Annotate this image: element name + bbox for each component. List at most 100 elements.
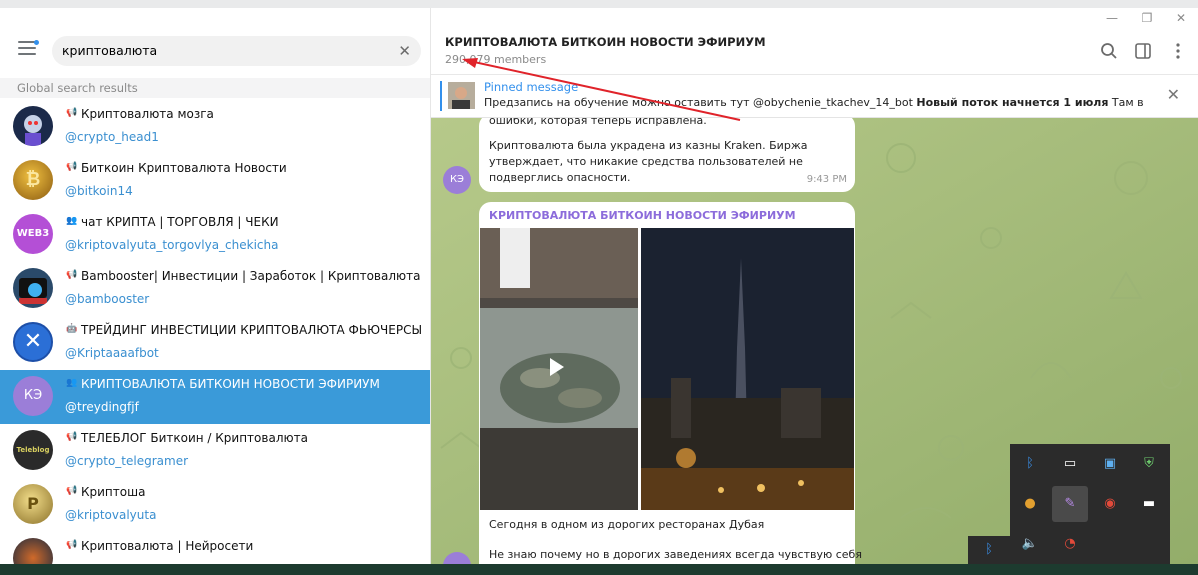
app-update-icon[interactable]: ◔ — [1059, 533, 1081, 555]
burj-khalifa-photo — [641, 228, 854, 510]
avatar: КЭ — [13, 376, 53, 416]
message-text: ошибки, которая теперь исправлена. — [489, 118, 707, 127]
channel-icon: 📢 — [66, 162, 78, 172]
result-handle: @crypto_telegramer — [65, 454, 189, 468]
avatar-initials: КЭ — [23, 388, 43, 403]
pinned-message-bar[interactable]: Pinned message Предзапись на обучение мо… — [431, 75, 1198, 118]
avatar: WEB3 — [13, 214, 53, 254]
search-results-pane: криптовалюта ✕ Global search results 📢 К… — [0, 8, 431, 564]
background-window-strip — [0, 0, 1198, 8]
search-value: криптовалюта — [62, 43, 158, 58]
monitor-icon[interactable]: ▭ — [1059, 453, 1081, 475]
list-item[interactable]: Teleblog 📢 ТЕЛЕБЛОГ Биткоин / Криптовалю… — [0, 424, 430, 478]
message-time: 9:43 PM — [806, 174, 847, 185]
message-text: Криптовалюта была украдена из казны Krak… — [489, 139, 808, 184]
x-logo-icon: ✕ — [23, 329, 43, 354]
pinned-text-bold: Новый поток начнется 1 июля — [916, 96, 1109, 109]
notification-dot — [34, 40, 39, 45]
list-item[interactable]: ₿ 📢 Биткоин Криптовалюта Новости @bitkoi… — [0, 154, 430, 208]
chat-header: КРИПТОВАЛЮТА БИТКОИН НОВОСТИ ЭФИРИУМ 290… — [431, 28, 1198, 75]
list-item[interactable]: 📢 Криптовалюта | Нейросети — [0, 532, 430, 564]
play-icon[interactable] — [550, 358, 564, 376]
search-icon[interactable] — [1100, 42, 1118, 60]
channel-icon: 📢 — [66, 270, 78, 280]
result-handle: @bambooster — [65, 292, 150, 306]
result-title: Криптовалюта мозга — [81, 107, 214, 121]
more-options-icon[interactable] — [1169, 42, 1187, 60]
system-tray-flyout: ᛒ ▭ ▣ ⛨ ● ✎ ◉ ▬ 🔈 ◔ — [1010, 444, 1170, 564]
sidebar-toggle-icon[interactable] — [1134, 42, 1152, 60]
list-item-selected[interactable]: КЭ 👥 КРИПТОВАЛЮТА БИТКОИН НОВОСТИ ЭФИРИУ… — [0, 370, 430, 424]
list-item[interactable]: P 📢 Криптоша @kriptovalyuta — [0, 478, 430, 532]
result-handle: @kriptovalyuta — [65, 508, 157, 522]
result-handle: @bitkoin14 — [65, 184, 133, 198]
cloud-icon[interactable]: ● — [1019, 493, 1041, 515]
search-input[interactable]: криптовалюта ✕ — [52, 36, 421, 66]
result-handle: @crypto_head1 — [65, 130, 159, 144]
taskbar — [0, 564, 1198, 575]
clear-search-icon[interactable]: ✕ — [398, 42, 411, 60]
bluetooth-icon[interactable]: ᛒ — [1019, 453, 1041, 475]
list-item[interactable]: 📢 Криптовалюта мозга @crypto_head1 — [0, 100, 430, 154]
result-title: Криптоша — [81, 485, 146, 499]
photo-thumbnail[interactable] — [641, 228, 854, 510]
avatar: ✕ — [13, 322, 53, 362]
result-title: Криптовалюта | Нейросети — [81, 539, 254, 553]
result-title: ТРЕЙДИНГ ИНВЕСТИЦИИ КРИПТОВАЛЮТА ФЬЮЧЕРС… — [81, 323, 423, 337]
bitcoin-coin-icon: ₿ — [25, 169, 41, 190]
video-thumbnail[interactable] — [480, 228, 638, 510]
rocket-mascot-icon — [19, 278, 47, 304]
person-photo-icon — [448, 82, 475, 109]
channel-icon: 📢 — [66, 540, 78, 550]
channel-icon: 📢 — [66, 432, 78, 442]
avatar: ₿ — [13, 160, 53, 200]
avatar — [13, 106, 53, 146]
volume-icon[interactable]: 🔈 — [1019, 533, 1041, 555]
message-bubble[interactable]: ошибки, которая теперь исправлена. Крипт… — [479, 118, 855, 192]
result-handle: @Kriptaaaafbot — [65, 346, 159, 360]
result-title: ТЕЛЕБЛОГ Биткоин / Криптовалюта — [81, 431, 308, 445]
result-handle: @kriptovalyuta_torgovlya_chekicha — [65, 238, 279, 252]
list-item[interactable]: WEB3 👥 чат КРИПТА | ТОРГОВЛЯ | ЧЕКИ @kri… — [0, 208, 430, 262]
result-title: Биткоин Криптовалюта Новости — [81, 161, 287, 175]
chrome-icon[interactable]: ◉ — [1099, 493, 1121, 515]
close-pinned-icon[interactable]: ✕ — [1167, 85, 1180, 104]
global-search-label: Global search results — [17, 81, 138, 95]
close-window-button[interactable]: ✕ — [1170, 10, 1192, 26]
minimize-button[interactable]: — — [1101, 10, 1123, 26]
global-search-header: Global search results — [0, 78, 430, 98]
channel-icon: 📢 — [66, 108, 78, 118]
pinned-accent-bar — [440, 81, 442, 111]
window-titlebar: — ❐ ✕ — [430, 8, 1198, 28]
robot-head-icon — [24, 115, 42, 146]
pinned-thumbnail — [448, 82, 475, 109]
avatar-text: WEB3 — [16, 228, 50, 239]
result-title: КРИПТОВАЛЮТА БИТКОИН НОВОСТИ ЭФИРИУМ — [81, 377, 380, 391]
feather-app-icon[interactable]: ✎ — [1052, 486, 1088, 522]
message-bubble[interactable]: КРИПТОВАЛЮТА БИТКОИН НОВОСТИ ЭФИРИУМ Сег… — [479, 202, 862, 564]
avatar-text: Teleblog — [16, 446, 50, 454]
message-sender[interactable]: КРИПТОВАЛЮТА БИТКОИН НОВОСТИ ЭФИРИУМ — [489, 209, 796, 222]
pinned-text: Предзапись на обучение можно оставить ту… — [484, 96, 1144, 109]
pinned-text-tail: Там все оп... — [1111, 96, 1144, 109]
member-count: 290,079 members — [445, 53, 547, 66]
bluetooth-icon[interactable]: ᛒ — [978, 539, 1000, 561]
avatar: Teleblog — [13, 430, 53, 470]
list-item[interactable]: 📢 Bambooster| Инвестиции | Заработок | К… — [0, 262, 430, 316]
bot-icon: 🤖 — [66, 324, 78, 334]
sender-avatar[interactable]: КЭ — [443, 166, 471, 194]
battery-icon[interactable]: ▬ — [1138, 493, 1160, 515]
list-item[interactable]: ✕ 🤖 ТРЕЙДИНГ ИНВЕСТИЦИИ КРИПТОВАЛЮТА ФЬЮ… — [0, 316, 430, 370]
coin-icon: P — [27, 494, 39, 513]
result-title: чат КРИПТА | ТОРГОВЛЯ | ЧЕКИ — [81, 215, 279, 229]
maximize-button[interactable]: ❐ — [1136, 10, 1158, 26]
avatar — [13, 268, 53, 308]
group-icon: 👥 — [66, 378, 78, 388]
network-icon[interactable]: ▣ — [1099, 453, 1121, 475]
security-shield-icon[interactable]: ⛨ — [1138, 453, 1160, 475]
avatar — [13, 538, 53, 564]
chat-title[interactable]: КРИПТОВАЛЮТА БИТКОИН НОВОСТИ ЭФИРИУМ — [445, 35, 766, 49]
pinned-text-plain: Предзапись на обучение можно оставить ту… — [484, 96, 917, 109]
message-text: Сегодня в одном из дорогих ресторанах Ду… — [489, 518, 765, 531]
channel-icon: 📢 — [66, 486, 78, 496]
